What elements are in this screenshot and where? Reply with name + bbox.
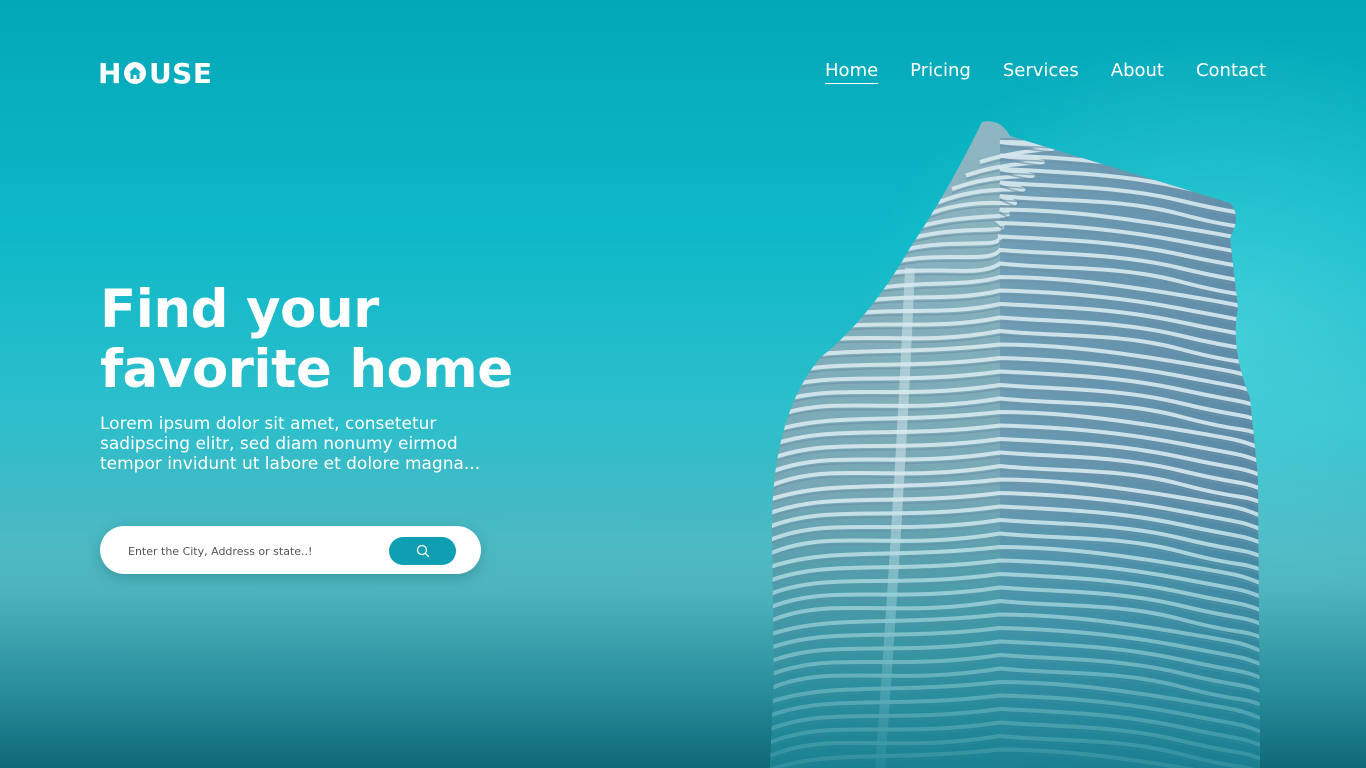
nav-item-home[interactable]: Home bbox=[825, 60, 879, 84]
hero-title-line-2: favorite home bbox=[100, 339, 513, 400]
search-icon bbox=[416, 544, 429, 558]
logo-text-start: H bbox=[98, 56, 122, 90]
house-logo[interactable]: H USE bbox=[98, 56, 212, 90]
hero-title: Find your favorite home bbox=[100, 280, 513, 400]
main-nav: Home Pricing Services About Contact bbox=[825, 60, 1266, 84]
search-button[interactable] bbox=[389, 537, 456, 565]
search-input[interactable] bbox=[126, 539, 380, 563]
nav-item-pricing[interactable]: Pricing bbox=[910, 60, 971, 84]
home-icon bbox=[123, 62, 146, 84]
nav-item-contact[interactable]: Contact bbox=[1196, 60, 1266, 84]
search-bar bbox=[100, 526, 481, 574]
logo-text-end: USE bbox=[148, 56, 213, 90]
nav-item-services[interactable]: Services bbox=[1003, 60, 1079, 84]
hero-title-line-1: Find your bbox=[100, 279, 379, 340]
hero-description: Lorem ipsum dolor sit amet, consetetur s… bbox=[100, 414, 481, 474]
building-image bbox=[770, 121, 1260, 768]
nav-item-about[interactable]: About bbox=[1111, 60, 1164, 84]
